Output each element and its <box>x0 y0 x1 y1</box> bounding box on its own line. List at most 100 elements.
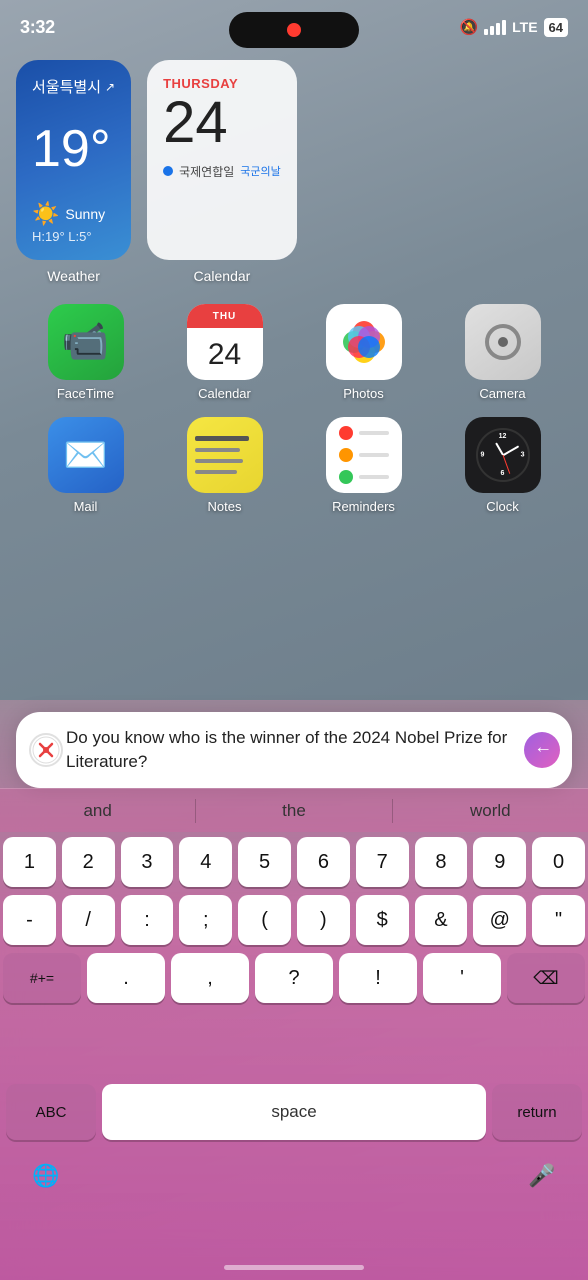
sun-icon: ☀️ <box>32 201 59 227</box>
app-item-notes[interactable]: Notes <box>170 417 280 514</box>
key-0[interactable]: 0 <box>532 837 585 887</box>
key-closeparen[interactable]: ) <box>297 895 350 945</box>
home-indicator <box>224 1265 364 1270</box>
send-button[interactable]: ↑ <box>524 732 560 768</box>
key-at[interactable]: @ <box>473 895 526 945</box>
predictive-bar: and the world <box>0 788 588 832</box>
weather-label: Weather <box>16 268 131 284</box>
key-return[interactable]: return <box>492 1084 582 1140</box>
predictive-word-3[interactable]: world <box>393 801 588 821</box>
key-1[interactable]: 1 <box>3 837 56 887</box>
weather-widget[interactable]: 서울특별시 ↗ 19° ☀️ Sunny H:19° L:5° <box>16 60 131 260</box>
space-row: ABC space return <box>0 1084 588 1140</box>
symbol-row-2: #+= . , ? ! ' ⌫ <box>0 950 588 1006</box>
key-minus[interactable]: - <box>3 895 56 945</box>
key-semicolon[interactable]: ; <box>179 895 232 945</box>
calendar-widget-container: THURSDAY 24 국제연합일 국군의날 Calendar <box>147 60 297 284</box>
cal-day-name: THURSDAY <box>163 76 281 91</box>
cal-event-row: 국제연합일 국군의날 <box>163 163 281 180</box>
app-label-camera: Camera <box>479 386 525 401</box>
notes-icon <box>187 417 263 493</box>
calendar-label: Calendar <box>147 268 297 284</box>
app-item-mail[interactable]: ✉️ Mail <box>31 417 141 514</box>
app-row-1: 📹 FaceTime THU 24 Calendar <box>16 304 572 401</box>
input-box: Do you know who is the winner of the 202… <box>16 712 572 788</box>
app-label-clock: Clock <box>486 499 519 514</box>
camera-icon <box>465 304 541 380</box>
photos-icon <box>326 304 402 380</box>
key-colon[interactable]: : <box>121 895 174 945</box>
app-label-facetime: FaceTime <box>57 386 114 401</box>
weather-temp: 19° <box>32 123 115 175</box>
key-2[interactable]: 2 <box>62 837 115 887</box>
app-item-calendar[interactable]: THU 24 Calendar <box>170 304 280 401</box>
calendar-widget[interactable]: THURSDAY 24 국제연합일 국군의날 <box>147 60 297 260</box>
calendar-app-icon: THU 24 <box>187 304 263 380</box>
app-item-reminders[interactable]: Reminders <box>309 417 419 514</box>
weather-icon-row: ☀️ Sunny <box>32 201 115 227</box>
dynamic-island <box>229 12 359 48</box>
key-6[interactable]: 6 <box>297 837 350 887</box>
globe-icon[interactable]: 🌐 <box>20 1154 72 1198</box>
symbol-row-1: - / : ; ( ) $ & @ " <box>0 892 588 948</box>
weather-arrow: ↗ <box>105 80 115 94</box>
app-label-calendar: Calendar <box>198 386 251 401</box>
cal-icon-number: 24 <box>208 338 241 371</box>
key-openparen[interactable]: ( <box>238 895 291 945</box>
status-time: 3:32 <box>20 17 55 38</box>
facetime-icon: 📹 <box>48 304 124 380</box>
input-text[interactable]: Do you know who is the winner of the 202… <box>66 726 522 774</box>
weather-widget-container: 서울특별시 ↗ 19° ☀️ Sunny H:19° L:5° Weather <box>16 60 131 284</box>
weather-range: H:19° L:5° <box>32 229 115 244</box>
bell-icon: 🔕 <box>459 18 478 36</box>
app-label-notes: Notes <box>208 499 242 514</box>
key-9[interactable]: 9 <box>473 837 526 887</box>
key-7[interactable]: 7 <box>356 837 409 887</box>
number-row: 1 2 3 4 5 6 7 8 9 0 <box>0 834 588 890</box>
globe-mic-row: 🌐 🎤 <box>0 1148 588 1204</box>
copilot-icon-container <box>28 732 64 768</box>
key-abc[interactable]: ABC <box>6 1084 96 1140</box>
status-bar: 3:32 🔕 LTE 64 <box>0 0 588 54</box>
lte-label: LTE <box>512 19 537 35</box>
cal-event-dot <box>163 166 173 176</box>
home-content: 서울특별시 ↗ 19° ☀️ Sunny H:19° L:5° Weather … <box>0 60 588 524</box>
app-label-photos: Photos <box>343 386 383 401</box>
reminders-icon <box>326 417 402 493</box>
key-exclaim[interactable]: ! <box>339 953 417 1003</box>
key-backspace[interactable]: ⌫ <box>507 953 585 1003</box>
app-item-camera[interactable]: Camera <box>448 304 558 401</box>
copilot-icon <box>29 733 63 767</box>
app-item-photos[interactable]: Photos <box>309 304 419 401</box>
app-item-facetime[interactable]: 📹 FaceTime <box>31 304 141 401</box>
app-label-mail: Mail <box>74 499 98 514</box>
cal-date: 24 <box>163 91 281 155</box>
key-space[interactable]: space <box>102 1084 486 1140</box>
cal-icon-day-name: THU <box>213 311 237 322</box>
key-question[interactable]: ? <box>255 953 333 1003</box>
app-item-clock[interactable]: 12 3 6 9 Clock <box>448 417 558 514</box>
predictive-word-2[interactable]: the <box>196 801 391 821</box>
cal-event-text: 국제연합일 <box>179 163 234 180</box>
app-label-reminders: Reminders <box>332 499 395 514</box>
send-arrow-icon: ↑ <box>532 745 553 754</box>
key-period[interactable]: . <box>87 953 165 1003</box>
weather-city: 서울특별시 <box>32 76 101 97</box>
key-4[interactable]: 4 <box>179 837 232 887</box>
key-comma[interactable]: , <box>171 953 249 1003</box>
signal-bars <box>484 20 506 35</box>
key-3[interactable]: 3 <box>121 837 174 887</box>
mic-icon[interactable]: 🎤 <box>516 1154 568 1198</box>
key-ampersand[interactable]: & <box>415 895 468 945</box>
predictive-word-1[interactable]: and <box>0 801 195 821</box>
key-quote[interactable]: " <box>532 895 585 945</box>
key-5[interactable]: 5 <box>238 837 291 887</box>
widgets-row: 서울특별시 ↗ 19° ☀️ Sunny H:19° L:5° Weather … <box>16 60 572 284</box>
key-hashtag[interactable]: #+= <box>3 953 81 1003</box>
key-8[interactable]: 8 <box>415 837 468 887</box>
key-apostrophe[interactable]: ' <box>423 953 501 1003</box>
key-dollar[interactable]: $ <box>356 895 409 945</box>
key-slash[interactable]: / <box>62 895 115 945</box>
ai-icon-svg <box>32 736 60 764</box>
mail-icon: ✉️ <box>48 417 124 493</box>
